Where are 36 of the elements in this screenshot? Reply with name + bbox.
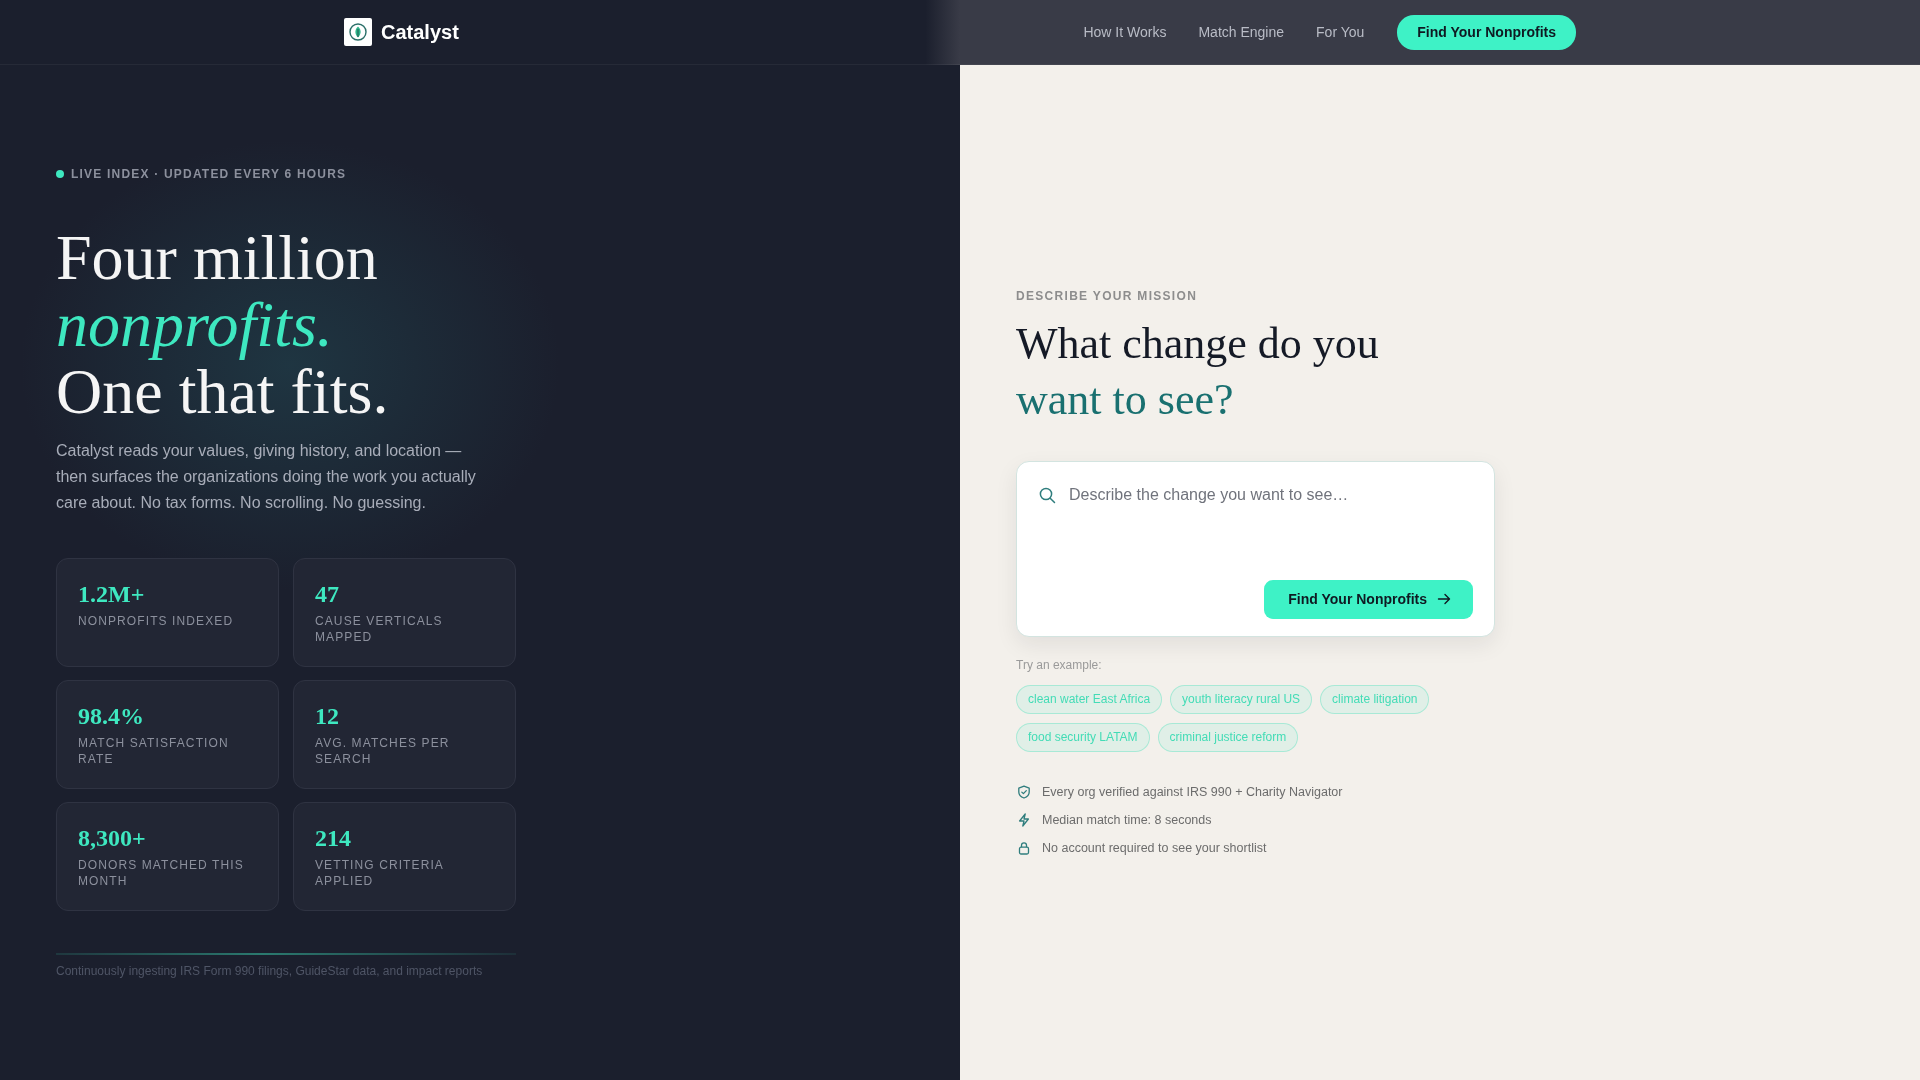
stat-value: 1.2M+ bbox=[78, 580, 145, 608]
stat-label: NONPROFITS INDEXED bbox=[78, 613, 235, 629]
cta-button[interactable]: Find Your Nonprofits bbox=[1397, 14, 1576, 50]
stat-value: 12 bbox=[315, 702, 339, 730]
find-nonprofits-button[interactable]: Find Your Nonprofits bbox=[1264, 579, 1473, 619]
search-box[interactable]: Describe the change you want to see… Find Your Nonprofits bbox=[1016, 460, 1495, 637]
assurance-text: Median match time: 8 seconds bbox=[1042, 812, 1212, 827]
mission-heading: What change do you want to see? bbox=[1016, 317, 1379, 426]
nav-link[interactable]: Match Engine bbox=[1198, 24, 1285, 40]
lightning-icon bbox=[1017, 812, 1031, 827]
stat-label: DONORS MATCHED THIS MONTH bbox=[78, 857, 245, 889]
assurance-text: No account required to see your shortlist bbox=[1042, 840, 1267, 855]
brand-name: Catalyst bbox=[381, 20, 459, 44]
stat-label: MATCH SATISFACTION RATE bbox=[78, 735, 230, 767]
nav-link[interactable]: How It Works bbox=[1083, 24, 1167, 40]
hero-headline: Four million nonprofits. One that fits. bbox=[56, 224, 389, 425]
live-index-label: LIVE INDEX · UPDATED EVERY 6 HOURS bbox=[71, 166, 347, 182]
live-dot-icon bbox=[56, 170, 64, 178]
stat-value: 214 bbox=[315, 824, 351, 852]
stat-label: AVG. MATCHES PER SEARCH bbox=[315, 735, 451, 767]
mission-input[interactable]: Describe the change you want to see… bbox=[1069, 483, 1473, 564]
examples-label: Try an example: bbox=[1016, 657, 1102, 673]
nav-link[interactable]: For You bbox=[1316, 24, 1365, 40]
logo-icon bbox=[344, 18, 372, 46]
stat-value: 8,300+ bbox=[78, 824, 146, 852]
shield-check-icon bbox=[1017, 784, 1031, 799]
lock-icon bbox=[1017, 840, 1031, 855]
hero-intro: Catalyst reads your values, giving history, and location — then surfaces the organizations doing the work you actually care about. No tax forms. No scrolling. No guessing. bbox=[56, 441, 477, 513]
search-icon bbox=[1039, 486, 1056, 504]
stat-value: 98.4% bbox=[78, 702, 144, 730]
stat-label: CAUSE VERTICALS MAPPED bbox=[315, 613, 444, 645]
stat-label: VETTING CRITERIA APPLIED bbox=[315, 857, 445, 889]
stat-value: 47 bbox=[315, 580, 339, 608]
section-eyebrow: DESCRIBE YOUR MISSION bbox=[1016, 287, 1198, 304]
arrow-right-icon bbox=[1437, 592, 1451, 606]
assurance-text: Every org verified against IRS 990 + Charity Navigator bbox=[1042, 784, 1343, 799]
